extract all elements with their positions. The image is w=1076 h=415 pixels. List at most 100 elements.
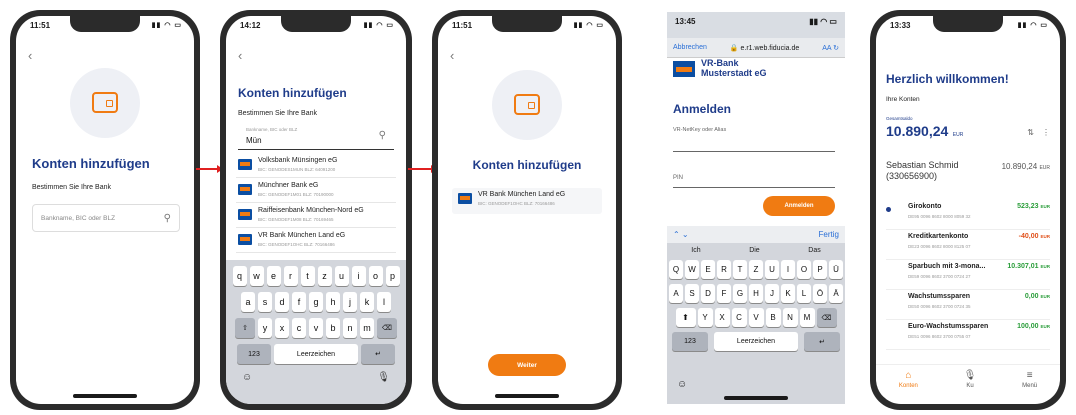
account-row[interactable]: Girokonto DE95 0096 8602 8000 8059 32 52… bbox=[886, 200, 1050, 230]
key[interactable]: X bbox=[714, 308, 730, 327]
key[interactable]: Ä bbox=[829, 284, 843, 303]
key[interactable]: U bbox=[765, 260, 779, 279]
bank-search-input[interactable]: Bankname, BIC oder BLZ Mün ⚲ bbox=[238, 124, 394, 150]
key[interactable]: o bbox=[368, 266, 383, 286]
key[interactable]: x bbox=[275, 318, 289, 338]
key[interactable]: E bbox=[701, 260, 715, 279]
tab-ku[interactable]: 🎙 Ku bbox=[964, 370, 977, 404]
key[interactable]: p bbox=[385, 266, 400, 286]
key[interactable]: S bbox=[685, 284, 699, 303]
key[interactable]: Z bbox=[749, 260, 763, 279]
tab-menu[interactable]: ≡ Menü bbox=[1022, 370, 1037, 404]
key[interactable]: e bbox=[266, 266, 281, 286]
back-chevron-icon[interactable]: ‹ bbox=[238, 48, 242, 63]
key[interactable]: r bbox=[283, 266, 298, 286]
key[interactable]: F bbox=[717, 284, 731, 303]
suggestion[interactable]: Das bbox=[808, 247, 820, 254]
bank-result-item[interactable]: Volksbank Münsingen eG BIC: GENODES1MUN B… bbox=[236, 154, 396, 178]
key[interactable]: j bbox=[343, 292, 357, 312]
space-key[interactable]: Leerzeichen bbox=[274, 344, 358, 364]
numbers-key[interactable]: 123 bbox=[672, 332, 708, 351]
url-field[interactable]: 🔒 e.r1.web.fiducia.de bbox=[730, 44, 799, 52]
key[interactable]: G bbox=[733, 284, 747, 303]
back-chevron-icon[interactable]: ‹ bbox=[28, 48, 32, 63]
key[interactable]: O bbox=[797, 260, 811, 279]
key[interactable]: N bbox=[782, 308, 798, 327]
key[interactable]: M bbox=[799, 308, 815, 327]
key[interactable]: k bbox=[360, 292, 374, 312]
emoji-icon[interactable]: ☺ bbox=[242, 372, 252, 383]
key[interactable]: W bbox=[685, 260, 699, 279]
key[interactable]: H bbox=[749, 284, 763, 303]
key[interactable]: y bbox=[258, 318, 272, 338]
key[interactable]: J bbox=[765, 284, 779, 303]
bank-search-input[interactable]: Bankname, BIC oder BLZ ⚲ bbox=[32, 204, 180, 232]
space-key[interactable]: Leerzeichen bbox=[714, 332, 798, 351]
account-row[interactable]: Euro-Wachstumssparen DE51 0096 8602 3700… bbox=[886, 320, 1050, 350]
reader-controls[interactable]: AA ↻ bbox=[822, 44, 839, 52]
cancel-link[interactable]: Abbrechen bbox=[673, 44, 707, 51]
shift-key-icon[interactable]: ⇧ bbox=[235, 318, 255, 338]
key[interactable]: Q bbox=[669, 260, 683, 279]
key[interactable]: z bbox=[317, 266, 332, 286]
key[interactable]: T bbox=[733, 260, 747, 279]
bank-result-item[interactable]: Münchner Bank eG BIC: GENODEF1M01 BLZ: 70… bbox=[236, 179, 396, 203]
field-navigation-arrows[interactable]: ⌃ ⌄ bbox=[673, 230, 689, 239]
return-key[interactable]: ↵ bbox=[361, 344, 395, 364]
key[interactable]: L bbox=[797, 284, 811, 303]
backspace-key-icon[interactable]: ⌫ bbox=[816, 308, 837, 327]
account-row[interactable]: Wachstumssparen DE50 0096 8602 3700 0724… bbox=[886, 290, 1050, 320]
return-key[interactable]: ↵ bbox=[804, 332, 840, 351]
key[interactable]: V bbox=[748, 308, 764, 327]
back-chevron-icon[interactable]: ‹ bbox=[450, 48, 454, 63]
reload-icon[interactable]: ↻ bbox=[833, 45, 839, 52]
continue-button[interactable]: Weiter bbox=[488, 354, 566, 376]
key[interactable]: Ö bbox=[813, 284, 827, 303]
text-size-button[interactable]: AA bbox=[822, 45, 831, 52]
key[interactable]: u bbox=[334, 266, 349, 286]
login-button[interactable]: Anmelden bbox=[763, 196, 835, 216]
key[interactable]: D bbox=[701, 284, 715, 303]
key[interactable]: B bbox=[765, 308, 781, 327]
key[interactable]: C bbox=[731, 308, 747, 327]
key[interactable]: v bbox=[309, 318, 323, 338]
key[interactable]: q bbox=[232, 266, 247, 286]
netkey-input[interactable]: VR-NetKey oder Alias bbox=[673, 124, 835, 152]
key[interactable]: A bbox=[669, 284, 683, 303]
tab-konten[interactable]: ⌂ Konten bbox=[899, 370, 918, 404]
key[interactable]: c bbox=[292, 318, 306, 338]
account-row[interactable]: Kreditkartenkonto DE23 0096 8602 8000 81… bbox=[886, 230, 1050, 260]
key[interactable]: I bbox=[781, 260, 795, 279]
key[interactable]: n bbox=[343, 318, 357, 338]
key[interactable]: g bbox=[309, 292, 323, 312]
key[interactable]: Ü bbox=[829, 260, 843, 279]
more-options-icon[interactable]: ⋮ bbox=[1042, 128, 1050, 137]
key[interactable]: a bbox=[241, 292, 255, 312]
bank-result-item[interactable]: Raiffeisenbank München-Nord eG BIC: GENOD… bbox=[236, 204, 396, 228]
account-row[interactable]: Sparbuch mit 3-mona... DE59 0096 8602 37… bbox=[886, 260, 1050, 290]
key[interactable]: w bbox=[249, 266, 264, 286]
emoji-icon[interactable]: ☺ bbox=[677, 379, 687, 390]
backspace-key-icon[interactable]: ⌫ bbox=[377, 318, 397, 338]
key[interactable]: b bbox=[326, 318, 340, 338]
sort-icon[interactable]: ⇅ bbox=[1027, 128, 1034, 137]
key[interactable]: Y bbox=[697, 308, 713, 327]
bank-result-item[interactable]: VR Bank München Land eG BIC: GENODEF1OHC … bbox=[236, 229, 396, 253]
key[interactable]: P bbox=[813, 260, 827, 279]
numbers-key[interactable]: 123 bbox=[237, 344, 271, 364]
key[interactable]: R bbox=[717, 260, 731, 279]
done-button[interactable]: Fertig bbox=[819, 230, 839, 239]
pin-input[interactable]: PIN bbox=[673, 160, 835, 188]
key[interactable]: h bbox=[326, 292, 340, 312]
key[interactable]: f bbox=[292, 292, 306, 312]
key[interactable]: l bbox=[377, 292, 391, 312]
key[interactable]: t bbox=[300, 266, 315, 286]
key[interactable]: s bbox=[258, 292, 272, 312]
key[interactable]: d bbox=[275, 292, 289, 312]
microphone-icon[interactable]: 🎙 bbox=[377, 372, 390, 383]
suggestion[interactable]: Die bbox=[749, 247, 760, 254]
key[interactable]: m bbox=[360, 318, 374, 338]
suggestion[interactable]: Ich bbox=[691, 247, 700, 254]
key[interactable]: K bbox=[781, 284, 795, 303]
key[interactable]: i bbox=[351, 266, 366, 286]
